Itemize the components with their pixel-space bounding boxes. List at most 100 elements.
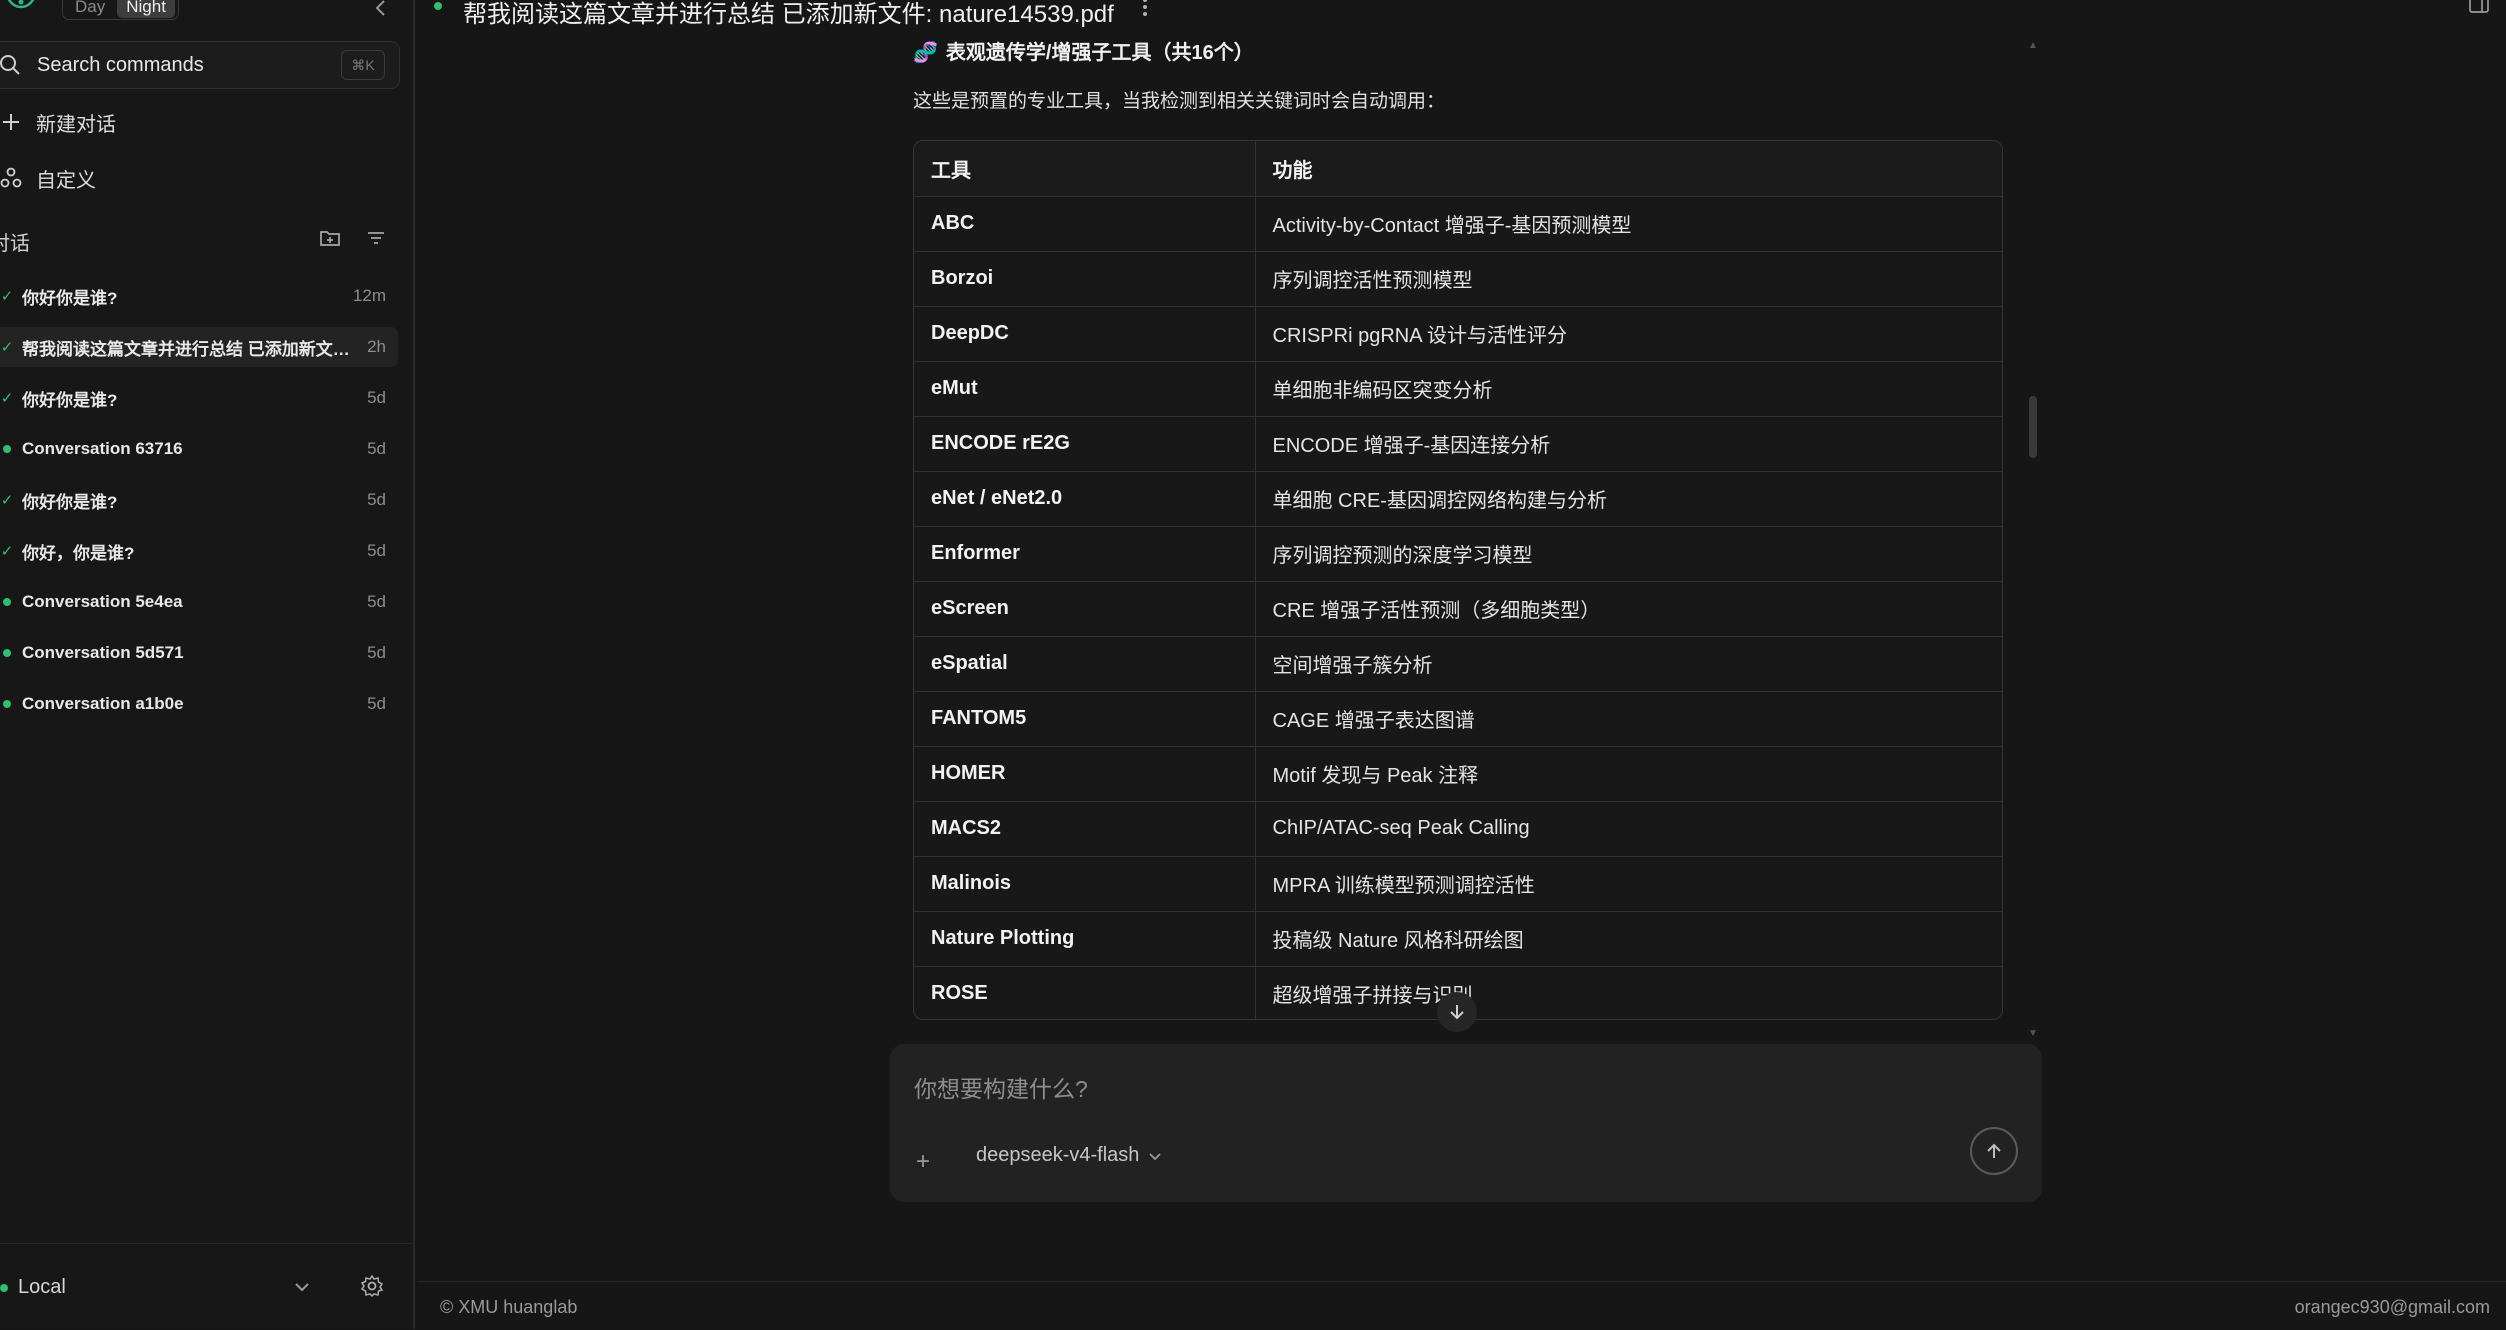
message-scrollbar[interactable]: ▲ ▼	[2026, 36, 2040, 1039]
tool-function-cell: 投稿级 Nature 风格科研绘图	[1255, 911, 2002, 967]
table-row: MACS2 ChIP/ATAC-seq Peak Calling	[914, 801, 2002, 857]
tool-function-cell: 超级增强子拼接与识别	[1255, 966, 2002, 1019]
tool-function-cell: 序列调控活性预测模型	[1255, 251, 2002, 307]
status-dot	[0, 442, 14, 456]
conversation-item[interactable]: ✓ 你好你是谁? 5d	[0, 480, 398, 520]
status-dot	[0, 646, 14, 660]
table-row: Borzoi 序列调控活性预测模型	[914, 251, 2002, 307]
conversation-title: 你好你是谁?	[22, 288, 118, 308]
conversation-item[interactable]: ✓ 你好你是谁? 5d	[0, 378, 398, 418]
theme-day-option[interactable]: Day	[66, 0, 114, 18]
side-panel-icon[interactable]	[2468, 0, 2490, 14]
more-options-icon[interactable]	[1135, 0, 1155, 18]
conversation-time: 5d	[367, 490, 386, 509]
conversation-time: 5d	[367, 541, 386, 560]
gear-icon[interactable]	[360, 1274, 384, 1298]
arrow-up-icon	[1987, 1143, 2001, 1158]
conversation-item[interactable]: ✓ 你好，你是谁? 5d	[0, 531, 398, 571]
composer-input[interactable]: 你想要构建什么?	[914, 1070, 1088, 1104]
scroll-down-icon[interactable]: ▼	[2028, 1028, 2038, 1039]
conversation-item[interactable]: Conversation 5d571 5d	[0, 633, 398, 673]
table-row: DeepDC CRISPRi pgRNA 设计与活性评分	[914, 306, 2002, 362]
tool-name-cell: Borzoi	[914, 251, 1256, 307]
table-row: ENCODE rE2G ENCODE 增强子-基因连接分析	[914, 416, 2002, 472]
search-icon	[0, 55, 20, 75]
tool-function-cell: ChIP/ATAC-seq Peak Calling	[1255, 801, 2002, 857]
conversation-item[interactable]: Conversation 63716 5d	[0, 429, 398, 469]
theme-night-option[interactable]: Night	[117, 0, 175, 18]
conversation-time: 2h	[367, 337, 386, 356]
conversation-time: 5d	[367, 694, 386, 713]
conversation-time: 5d	[367, 388, 386, 407]
conversation-item[interactable]: ✓ 你好你是谁? 12m	[0, 276, 398, 316]
customize-label: 自定义	[36, 169, 96, 192]
app-logo-icon	[7, 0, 35, 9]
table-row: eNet / eNet2.0 单细胞 CRE-基因调控网络构建与分析	[914, 471, 2002, 527]
tool-function-cell: Activity-by-Contact 增强子-基因预测模型	[1255, 196, 2002, 252]
column-header-function: 功能	[1255, 141, 2002, 197]
filter-icon[interactable]	[364, 226, 388, 250]
status-dot	[0, 1283, 8, 1292]
message-composer[interactable]: 你想要构建什么? + deepseek-v4-flash	[890, 1044, 2042, 1202]
status-dot	[0, 595, 14, 609]
tool-function-cell: CRISPRi pgRNA 设计与活性评分	[1255, 306, 2002, 362]
attach-plus-icon[interactable]: +	[916, 1148, 930, 1176]
table-row: eSpatial 空间增强子簇分析	[914, 636, 2002, 692]
conversation-title: 你好你是谁?	[22, 390, 118, 410]
tool-function-cell: CAGE 增强子表达图谱	[1255, 691, 2002, 747]
tool-function-cell: 单细胞 CRE-基因调控网络构建与分析	[1255, 471, 2002, 527]
table-row: Malinois MPRA 训练模型预测调控活性	[914, 856, 2002, 912]
tool-name-cell: eNet / eNet2.0	[914, 471, 1256, 527]
conversation-title: 你好，你是谁?	[22, 543, 135, 563]
model-selector[interactable]: deepseek-v4-flash	[976, 1144, 1163, 1167]
tool-name-cell: HOMER	[914, 746, 1256, 802]
table-row: HOMER Motif 发现与 Peak 注释	[914, 746, 2002, 802]
tool-name-cell: Enformer	[914, 526, 1256, 582]
tool-name-cell: ABC	[914, 196, 1256, 252]
table-row: eScreen CRE 增强子活性预测（多细胞类型）	[914, 581, 2002, 637]
theme-toggle[interactable]: Day Night	[62, 0, 179, 20]
collapse-sidebar-icon[interactable]	[370, 0, 392, 19]
tool-function-cell: Motif 发现与 Peak 注释	[1255, 746, 2002, 802]
environment-selector[interactable]: Local	[0, 1276, 66, 1299]
sidebar: Day Night Search commands ⌘K 新建对话 自定义 对话	[0, 0, 415, 1329]
tool-name-cell: FANTOM5	[914, 691, 1256, 747]
conversation-item[interactable]: Conversation 5e4ea 5d	[0, 582, 398, 622]
conversation-item[interactable]: Conversation a1b0e 5d	[0, 684, 398, 724]
new-chat-button[interactable]: 新建对话	[0, 102, 116, 142]
conversation-title: 你好你是谁?	[22, 492, 118, 512]
conversations-header: 对话	[0, 224, 400, 255]
tool-function-cell: 单细胞非编码区突变分析	[1255, 361, 2002, 417]
conversation-time: 12m	[352, 286, 386, 305]
status-dot	[434, 2, 442, 10]
message-intro: 这些是预置的专业工具，当我检测到相关关键词时会自动调用：	[913, 91, 1446, 112]
search-commands[interactable]: Search commands ⌘K	[0, 41, 400, 89]
tool-name-cell: MACS2	[914, 801, 1256, 857]
customize-button[interactable]: 自定义	[0, 158, 96, 198]
tool-name-cell: Malinois	[914, 856, 1256, 912]
tool-name-cell: eSpatial	[914, 636, 1256, 692]
scroll-up-icon[interactable]: ▲	[2028, 40, 2038, 51]
conversation-item[interactable]: ✓ 帮我阅读这篇文章并进行总结 已添加新文件: nature14539.pdf2h	[0, 327, 398, 367]
tool-function-cell: CRE 增强子活性预测（多细胞类型）	[1255, 581, 2002, 637]
tool-name-cell: eScreen	[914, 581, 1256, 637]
page-footer: © XMU huanglab orangec930@gmail.com	[417, 1281, 2506, 1330]
scrollbar-thumb[interactable]	[2029, 396, 2037, 458]
table-row: Enformer 序列调控预测的深度学习模型	[914, 526, 2002, 582]
conversation-time: 5d	[367, 439, 386, 458]
scroll-to-bottom-button[interactable]	[1437, 992, 1477, 1032]
send-button[interactable]	[1970, 1127, 2018, 1175]
check-icon: ✓	[0, 390, 14, 407]
chevron-down-icon	[1149, 1152, 1162, 1160]
model-name: deepseek-v4-flash	[976, 1144, 1140, 1166]
new-folder-icon[interactable]	[318, 226, 342, 250]
message-heading: 🧬 表观遗传学/增强子工具（共16个）	[913, 36, 1254, 65]
check-icon: ✓	[0, 339, 14, 356]
table-row: Nature Plotting 投稿级 Nature 风格科研绘图	[914, 911, 2002, 967]
section-title: 对话	[0, 233, 30, 255]
table-row: eMut 单细胞非编码区突变分析	[914, 361, 2002, 417]
table-row: FANTOM5 CAGE 增强子表达图谱	[914, 691, 2002, 747]
conversation-title: 帮我阅读这篇文章并进行总结 已添加新文件: nature14539.pdf	[22, 339, 367, 359]
chevron-down-icon[interactable]	[292, 1277, 312, 1297]
search-shortcut: ⌘K	[341, 50, 385, 80]
